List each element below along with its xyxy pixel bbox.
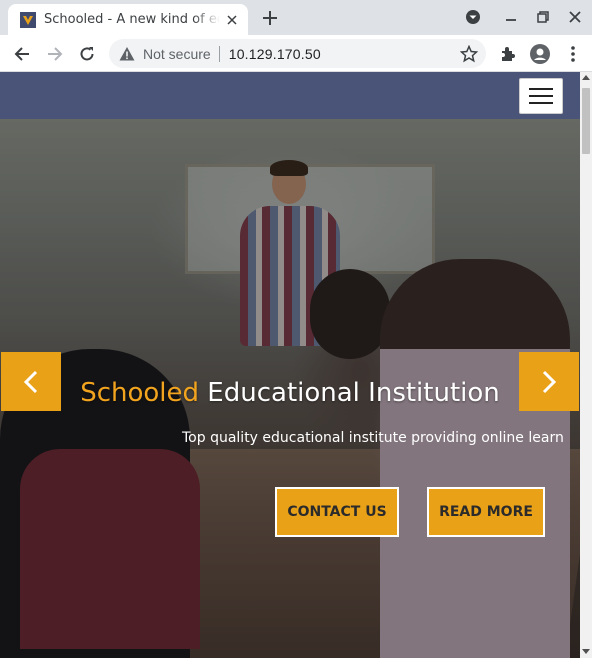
back-arrow-icon[interactable] [10, 42, 34, 66]
forward-arrow-icon[interactable] [43, 42, 67, 66]
close-window-icon[interactable] [566, 8, 584, 26]
contact-us-button[interactable]: CONTACT US [275, 487, 399, 537]
hero-title-accent: Schooled [80, 378, 200, 408]
new-tab-icon[interactable] [260, 8, 280, 28]
restore-icon[interactable] [534, 8, 552, 26]
slider-next-arrow-icon[interactable] [519, 352, 579, 411]
browser-tab[interactable]: Schooled - A new kind of educational ins… [8, 4, 248, 35]
web-page: Schooled Educational Institution Top qua… [0, 72, 592, 658]
schooled-favicon-icon [20, 11, 36, 28]
browser-toolbar: Not secure 10.129.170.50 [0, 35, 592, 72]
tab-search-icon[interactable] [464, 8, 482, 26]
scroll-down-arrow-icon[interactable] [582, 649, 590, 654]
tab-close-icon[interactable] [224, 12, 240, 28]
hero-slider: Schooled Educational Institution Top qua… [0, 119, 580, 658]
read-more-button[interactable]: READ MORE [427, 487, 545, 537]
hero-title: Schooled Educational Institution [0, 378, 580, 408]
scrollbar-thumb[interactable] [582, 88, 590, 154]
profile-avatar-icon[interactable] [528, 42, 552, 66]
tab-strip: Schooled - A new kind of educational ins… [0, 0, 592, 35]
scroll-up-arrow-icon[interactable] [582, 75, 590, 80]
kebab-menu-icon[interactable] [561, 42, 585, 66]
browser-window: Schooled - A new kind of educational ins… [0, 0, 592, 658]
warning-icon[interactable] [119, 46, 135, 62]
hero-title-rest: Educational Institution [199, 378, 500, 408]
minimize-icon[interactable] [502, 8, 520, 26]
address-bar[interactable]: Not secure 10.129.170.50 [109, 39, 486, 68]
tab-title: Schooled - A new kind of educational ins… [44, 12, 220, 27]
reload-icon[interactable] [75, 42, 99, 66]
extensions-puzzle-icon[interactable] [496, 42, 520, 66]
hamburger-menu-icon[interactable] [519, 78, 563, 114]
slider-prev-arrow-icon[interactable] [1, 352, 61, 411]
site-header [0, 72, 580, 119]
bookmark-star-icon[interactable] [460, 45, 478, 63]
security-label[interactable]: Not secure [143, 46, 211, 62]
omnibox-divider [218, 45, 220, 62]
url-text[interactable]: 10.129.170.50 [229, 46, 321, 62]
page-scrollbar[interactable] [580, 72, 592, 658]
hero-subtitle: Top quality educational institute provid… [182, 430, 564, 446]
